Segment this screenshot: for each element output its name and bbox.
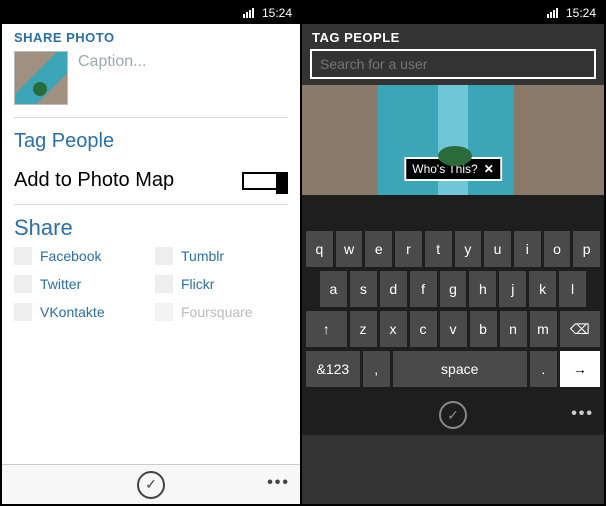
signal-icon: [243, 8, 254, 18]
divider: [14, 204, 288, 205]
checkbox[interactable]: [14, 303, 32, 321]
share-vkontakte[interactable]: VKontakte: [14, 303, 147, 321]
keyboard-row-3: ↑zxcvbnm⌫: [306, 311, 600, 347]
key-g[interactable]: g: [440, 271, 467, 307]
keyboard: qwertyuiop asdfghjkl ↑zxcvbnm⌫ &123 , sp…: [302, 225, 604, 395]
share-label: Foursquare: [181, 304, 253, 320]
tag-pill[interactable]: Who's This? ✕: [404, 157, 502, 181]
key-p[interactable]: p: [573, 231, 600, 267]
key-t[interactable]: t: [425, 231, 452, 267]
key-k[interactable]: k: [529, 271, 556, 307]
key-s[interactable]: s: [350, 271, 377, 307]
tag-people-label: Tag People: [14, 130, 114, 153]
key-x[interactable]: x: [380, 311, 407, 347]
app-bar: ✓ •••: [2, 464, 300, 504]
key-n[interactable]: n: [500, 311, 527, 347]
more-button[interactable]: •••: [571, 405, 594, 423]
app-bar: ✓ •••: [302, 395, 604, 435]
share-facebook[interactable]: Facebook: [14, 247, 147, 265]
caption-input[interactable]: Caption...: [78, 51, 146, 71]
page-title: SHARE PHOTO: [2, 24, 300, 47]
tag-label: Who's This?: [412, 162, 477, 176]
key-b[interactable]: b: [470, 311, 497, 347]
status-bar: 15:24: [302, 2, 604, 24]
key-h[interactable]: h: [469, 271, 496, 307]
key-d[interactable]: d: [380, 271, 407, 307]
confirm-button[interactable]: ✓: [137, 471, 165, 499]
share-label: VKontakte: [40, 304, 105, 320]
key-u[interactable]: u: [484, 231, 511, 267]
key-f[interactable]: f: [410, 271, 437, 307]
key-r[interactable]: r: [395, 231, 422, 267]
tag-people-row[interactable]: Tag People: [2, 122, 300, 161]
photo-preview[interactable]: Who's This? ✕: [302, 85, 604, 195]
key-v[interactable]: v: [440, 311, 467, 347]
photo-map-toggle[interactable]: [242, 172, 288, 190]
key-j[interactable]: j: [499, 271, 526, 307]
key-backspace[interactable]: ⌫: [560, 311, 601, 347]
share-targets: Facebook Tumblr Twitter Flickr VKontakte…: [2, 243, 300, 325]
more-button[interactable]: •••: [267, 474, 290, 492]
clock: 15:24: [262, 6, 292, 20]
keyboard-gap: [302, 195, 604, 225]
share-tumblr[interactable]: Tumblr: [155, 247, 288, 265]
key-c[interactable]: c: [410, 311, 437, 347]
key-w[interactable]: w: [336, 231, 363, 267]
share-photo-screen: 15:24 SHARE PHOTO Caption... Tag People …: [2, 2, 302, 504]
key-comma[interactable]: ,: [363, 351, 390, 387]
check-icon: ✓: [447, 407, 459, 424]
add-to-photo-map-row[interactable]: Add to Photo Map: [2, 161, 300, 200]
share-label: Twitter: [40, 276, 81, 292]
confirm-button[interactable]: ✓: [439, 401, 467, 429]
search-input[interactable]: [310, 49, 596, 79]
key-m[interactable]: m: [530, 311, 557, 347]
share-label: Facebook: [40, 248, 101, 264]
key-l[interactable]: l: [559, 271, 586, 307]
close-icon[interactable]: ✕: [484, 162, 494, 176]
key-q[interactable]: q: [306, 231, 333, 267]
checkbox[interactable]: [14, 275, 32, 293]
keyboard-row-1: qwertyuiop: [306, 231, 600, 267]
checkbox[interactable]: [14, 247, 32, 265]
share-twitter[interactable]: Twitter: [14, 275, 147, 293]
key-y[interactable]: y: [455, 231, 482, 267]
photo-thumbnail[interactable]: [14, 51, 68, 105]
signal-icon: [547, 8, 558, 18]
key-period[interactable]: .: [530, 351, 557, 387]
key-symbols[interactable]: &123: [306, 351, 360, 387]
key-a[interactable]: a: [320, 271, 347, 307]
key-enter[interactable]: →: [560, 351, 600, 387]
check-icon: ✓: [145, 476, 157, 493]
add-to-map-label: Add to Photo Map: [14, 169, 174, 192]
status-bar: 15:24: [2, 2, 300, 24]
share-foursquare: Foursquare: [155, 303, 288, 321]
share-label: Flickr: [181, 276, 214, 292]
checkbox[interactable]: [155, 247, 173, 265]
checkbox: [155, 303, 173, 321]
key-i[interactable]: i: [514, 231, 541, 267]
key-z[interactable]: z: [350, 311, 377, 347]
key-e[interactable]: e: [365, 231, 392, 267]
key-o[interactable]: o: [544, 231, 571, 267]
tag-people-screen: 15:24 TAG PEOPLE Who's This? ✕ qwertyuio…: [302, 2, 604, 504]
divider: [14, 117, 288, 118]
key-space[interactable]: space: [393, 351, 527, 387]
page-title: TAG PEOPLE: [302, 24, 604, 49]
clock: 15:24: [566, 6, 596, 20]
share-header: Share: [2, 209, 300, 243]
share-label: Tumblr: [181, 248, 224, 264]
keyboard-row-4: &123 , space . →: [306, 351, 600, 387]
share-flickr[interactable]: Flickr: [155, 275, 288, 293]
key-shift[interactable]: ↑: [306, 311, 347, 347]
keyboard-row-2: asdfghjkl: [306, 271, 600, 307]
checkbox[interactable]: [155, 275, 173, 293]
